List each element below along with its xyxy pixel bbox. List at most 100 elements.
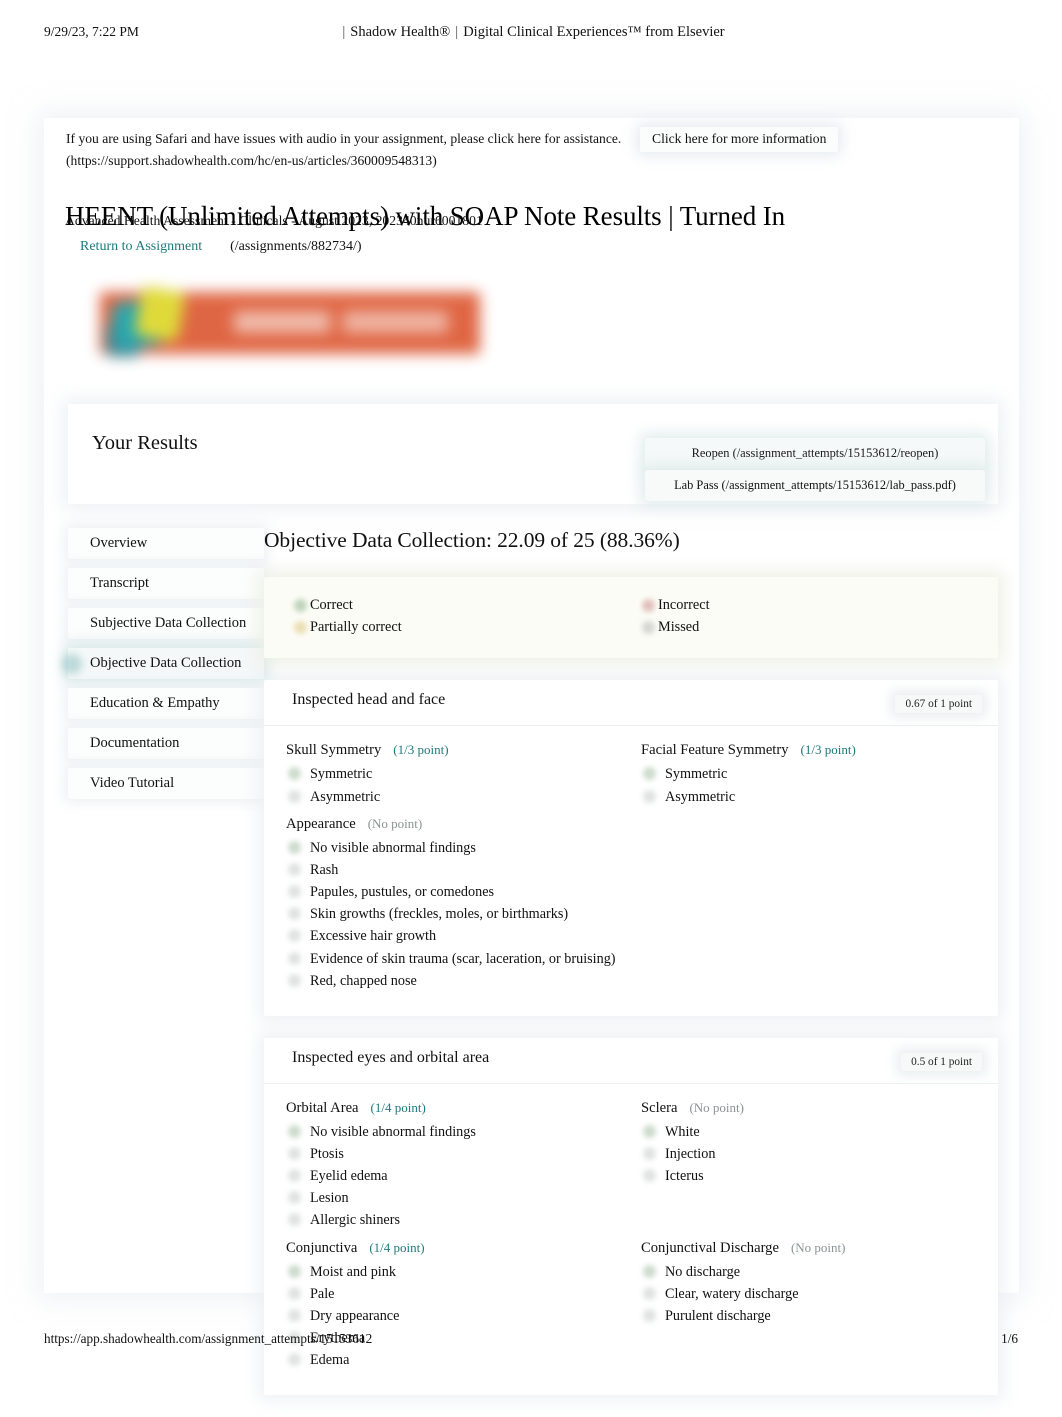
question-option[interactable]: Moist and pink xyxy=(286,1261,639,1283)
question-group-name: Conjunctiva xyxy=(286,1239,358,1256)
question-group-name: Skull Symmetry xyxy=(286,742,382,759)
sidebar-item-overview[interactable]: Overview xyxy=(68,528,264,559)
more-information-link[interactable]: Click here for more information xyxy=(640,127,839,152)
option-marker-icon xyxy=(288,1213,301,1227)
shadow-health-logo xyxy=(92,285,484,365)
option-marker-icon xyxy=(643,789,656,803)
sidebar-item-objective-data-collection[interactable]: Objective Data Collection xyxy=(68,648,264,679)
question-group-points: (1/3 point) xyxy=(800,742,856,758)
question-group-header: Facial Feature Symmetry (1/3 point) xyxy=(641,742,998,759)
legend-label: Incorrect xyxy=(658,597,710,613)
question-option[interactable]: Rash xyxy=(286,859,998,881)
option-marker-icon xyxy=(288,929,301,943)
your-results-heading: Your Results xyxy=(92,432,198,454)
question-option[interactable]: Evidence of skin trauma (scar, laceratio… xyxy=(286,948,998,970)
option-marker-icon xyxy=(288,840,301,854)
option-marker-icon xyxy=(643,1286,656,1300)
question-option[interactable]: Eyelid edema xyxy=(286,1165,639,1187)
sidebar-item-transcript[interactable]: Transcript xyxy=(68,568,264,599)
lab-pass-button[interactable]: Lab Pass (/assignment_attempts/15153612/… xyxy=(645,470,985,501)
question-option[interactable]: Symmetric xyxy=(641,763,998,785)
sidebar-item-label: Video Tutorial xyxy=(90,775,175,791)
sidebar-item-subjective-data-collection[interactable]: Subjective Data Collection xyxy=(68,608,264,639)
question-group-name: Facial Feature Symmetry xyxy=(641,742,789,759)
question-option-label: No visible abnormal findings xyxy=(310,1123,476,1140)
option-marker-icon xyxy=(288,1353,301,1367)
question-group-points: (1/3 point) xyxy=(393,742,449,758)
legend-column-right: Incorrect Missed xyxy=(631,595,998,638)
question-group: Sclera (No point) White Injection Icterus xyxy=(639,1100,998,1232)
question-group-points: (1/4 point) xyxy=(370,1099,426,1115)
question-option-label: Red, chapped nose xyxy=(310,972,417,989)
question-option[interactable]: No visible abnormal findings xyxy=(286,837,998,859)
option-marker-icon xyxy=(288,1286,301,1300)
option-marker-icon xyxy=(288,973,301,987)
question-option[interactable]: Injection xyxy=(641,1143,998,1165)
option-marker-icon xyxy=(288,885,301,899)
question-option-label: Pale xyxy=(310,1285,335,1302)
sidebar-item-video-tutorial[interactable]: Video Tutorial xyxy=(68,768,264,799)
question-option[interactable]: Dry appearance xyxy=(286,1305,639,1327)
question-option[interactable]: Excessive hair growth xyxy=(286,925,998,947)
question-option[interactable]: No discharge xyxy=(641,1261,998,1283)
legend-item-missed: Missed xyxy=(642,617,998,639)
objective-data-collection-score: Objective Data Collection: 22.09 of 25 (… xyxy=(264,528,680,552)
question-option[interactable]: Asymmetric xyxy=(641,786,998,808)
assessment-section: Inspected head and face 0.67 of 1 point Sk… xyxy=(264,680,998,1016)
question-option-label: Dry appearance xyxy=(310,1307,400,1324)
question-option[interactable]: No visible abnormal findings xyxy=(286,1121,639,1143)
question-option-label: Eyelid edema xyxy=(310,1168,388,1185)
question-option-label: Moist and pink xyxy=(310,1263,396,1280)
question-option[interactable]: Allergic shiners xyxy=(286,1209,639,1231)
option-marker-icon xyxy=(288,1147,301,1160)
question-option[interactable]: Papules, pustules, or comedones xyxy=(286,881,998,903)
sidebar-item-documentation[interactable]: Documentation xyxy=(68,728,264,759)
print-header: 9/29/23, 7:22 PM | Shadow Health® | Digital… xyxy=(0,24,1062,46)
question-option[interactable]: Red, chapped nose xyxy=(286,970,998,992)
legend-item-correct: Correct xyxy=(294,595,631,617)
section-header: Inspected head and face 0.67 of 1 point xyxy=(264,680,998,727)
question-option[interactable]: Lesion xyxy=(286,1187,639,1209)
question-option[interactable]: Pale xyxy=(286,1283,639,1305)
question-option-label: Excessive hair growth xyxy=(310,928,437,945)
question-option[interactable]: Symmetric xyxy=(286,763,639,785)
question-option-label: Asymmetric xyxy=(310,788,381,805)
option-marker-icon xyxy=(643,1124,656,1138)
question-group-header: Skull Symmetry (1/3 point) xyxy=(286,742,639,759)
legend-marker-icon xyxy=(294,620,307,634)
option-marker-icon xyxy=(288,907,301,921)
question-option[interactable]: Clear, watery discharge xyxy=(641,1283,998,1305)
sidebar-item-label: Education & Empathy xyxy=(90,695,220,711)
legend-label: Correct xyxy=(310,597,353,613)
question-option[interactable]: Asymmetric xyxy=(286,786,639,808)
legend-marker-icon xyxy=(642,599,655,612)
question-group-name: Appearance xyxy=(286,815,356,832)
question-group-header: Conjunctiva (1/4 point) xyxy=(286,1240,639,1257)
sidebar-item-label: Overview xyxy=(90,535,148,551)
question-option-label: Skin growths (freckles, moles, or birthm… xyxy=(310,906,569,923)
question-group-name: Sclera xyxy=(641,1099,678,1116)
reopen-button[interactable]: Reopen (/assignment_attempts/15153612/re… xyxy=(645,438,985,469)
question-group-points: (No point) xyxy=(689,1099,744,1115)
legend-column-left: Correct Partially correct xyxy=(264,595,631,638)
section-title: Inspected head and face xyxy=(292,691,446,709)
question-option[interactable]: Ptosis xyxy=(286,1143,639,1165)
option-marker-icon xyxy=(288,951,301,965)
question-option-label: Allergic shiners xyxy=(310,1212,400,1229)
question-option-label: Icterus xyxy=(665,1168,704,1185)
return-to-assignment-link[interactable]: Return to Assignment xyxy=(80,239,202,254)
return-to-assignment-url: (/assignments/882734/) xyxy=(230,239,362,254)
question-option[interactable]: Icterus xyxy=(641,1165,998,1187)
question-group: Facial Feature Symmetry (1/3 point) Symmet… xyxy=(639,742,998,807)
question-option[interactable]: White xyxy=(641,1121,998,1143)
question-option[interactable]: Skin growths (freckles, moles, or birthm… xyxy=(286,903,998,925)
assessment-sections: Inspected head and face 0.67 of 1 point Sk… xyxy=(264,680,998,1396)
page-subtitle: Advanced Health Assessment - Clinicals -… xyxy=(65,213,483,228)
sidebar-item-education-empathy[interactable]: Education & Empathy xyxy=(68,688,264,719)
question-option-label: Evidence of skin trauma (scar, laceratio… xyxy=(310,950,616,967)
question-option[interactable]: Purulent discharge xyxy=(641,1305,998,1327)
question-option-label: Edema xyxy=(310,1352,350,1369)
section-header: Inspected eyes and orbital area 0.5 of 1 … xyxy=(264,1038,998,1084)
question-group-points: (1/4 point) xyxy=(369,1239,425,1255)
brand-sep-right: | xyxy=(455,24,459,40)
